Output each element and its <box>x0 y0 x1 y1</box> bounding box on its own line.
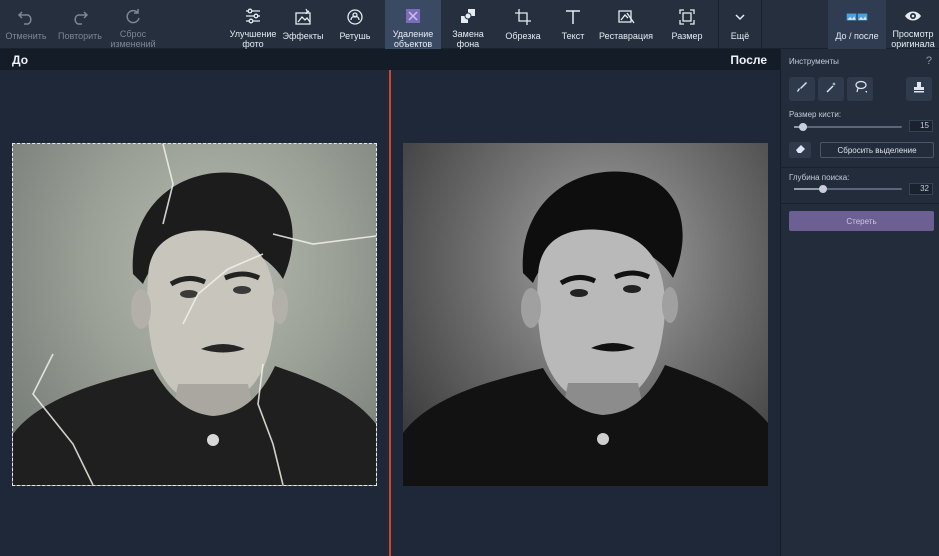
help-icon[interactable]: ? <box>926 55 932 67</box>
erase-button[interactable]: Стереть <box>789 211 934 231</box>
tab-remove-objects[interactable]: Удаление объектов <box>385 0 441 49</box>
reset-icon <box>122 6 144 26</box>
crop-label: Обрезка <box>505 31 541 41</box>
resize-icon <box>676 6 698 28</box>
brush-size-label: Размер кисти: <box>789 110 842 119</box>
brush-size-knob[interactable] <box>798 123 807 131</box>
search-depth-knob[interactable] <box>819 185 828 193</box>
top-toolbar: Отменить Повторить Сброс изменений Улучш… <box>0 0 939 49</box>
crop-icon <box>512 6 534 28</box>
lasso-icon <box>854 80 867 98</box>
retouch-label: Ретушь <box>339 31 371 41</box>
undo-icon <box>15 6 37 28</box>
tools-panel: Инструменты ? Размер кисти: 15 Сбросить … <box>780 49 939 556</box>
after-label: После <box>730 53 767 67</box>
before-after-divider[interactable] <box>389 70 391 556</box>
brush-tool-button[interactable] <box>789 77 815 101</box>
before-photo[interactable] <box>12 143 377 486</box>
replace-background-label: Замена фона <box>452 29 484 49</box>
chevron-down-icon <box>729 6 751 28</box>
sliders-icon <box>242 6 264 26</box>
more-label: Ещё <box>730 31 750 41</box>
replace-background-icon <box>457 6 479 26</box>
effects-label: Эффекты <box>282 31 324 41</box>
crop-button[interactable]: Обрезка <box>500 0 546 49</box>
enhance-photo-button[interactable]: Улучшение фото <box>226 0 280 49</box>
resize-label: Размер <box>671 31 703 41</box>
after-portrait-image <box>403 171 768 486</box>
redo-icon <box>69 6 91 28</box>
undo-button[interactable]: Отменить <box>4 0 48 49</box>
after-photo[interactable] <box>403 143 768 486</box>
view-original-label: Просмотр оригинала <box>891 29 935 49</box>
replace-background-button[interactable]: Замена фона <box>445 0 491 49</box>
restore-label: Реставрация <box>599 31 653 41</box>
retouch-icon <box>344 6 366 28</box>
remove-objects-label: Удаление объектов <box>392 29 434 49</box>
before-label: До <box>12 53 29 67</box>
panel-divider <box>781 203 939 204</box>
brush-size-value[interactable]: 15 <box>909 120 933 132</box>
undo-label: Отменить <box>5 31 47 41</box>
enhance-label: Улучшение фото <box>229 29 277 49</box>
effects-button[interactable]: Эффекты <box>280 0 326 49</box>
stamp-icon <box>913 80 925 98</box>
view-original-button[interactable]: Просмотр оригинала <box>888 0 938 49</box>
magic-wand-tool-button[interactable] <box>818 77 844 101</box>
search-depth-slider[interactable] <box>794 185 902 193</box>
resize-button[interactable]: Размер <box>664 0 710 49</box>
brush-size-slider[interactable] <box>794 123 902 131</box>
text-label: Текст <box>561 31 585 41</box>
lasso-tool-button[interactable] <box>847 77 873 101</box>
before-portrait-image <box>13 144 376 485</box>
restore-icon <box>615 6 637 28</box>
before-after-header: До После <box>0 49 780 70</box>
more-button[interactable]: Ещё <box>719 0 761 49</box>
reset-label: Сброс изменений <box>110 29 156 49</box>
effects-icon <box>292 6 314 28</box>
text-icon <box>562 6 584 28</box>
eye-icon <box>902 6 924 26</box>
reset-changes-button[interactable]: Сброс изменений <box>108 0 158 49</box>
toolbar-separator <box>761 0 762 49</box>
stamp-tool-button[interactable] <box>906 77 932 101</box>
reset-selection-button[interactable]: Сбросить выделение <box>820 142 934 158</box>
tools-panel-title: Инструменты <box>789 57 839 66</box>
eraser-icon <box>795 141 806 159</box>
photo-editor-window: Отменить Повторить Сброс изменений Улучш… <box>0 0 939 556</box>
before-after-icon <box>846 6 868 28</box>
remove-objects-icon <box>402 6 424 26</box>
magic-wand-icon <box>825 80 837 98</box>
search-depth-value[interactable]: 32 <box>909 183 933 195</box>
restore-button[interactable]: Реставрация <box>598 0 654 49</box>
brush-icon <box>796 80 808 98</box>
search-depth-label: Глубина поиска: <box>789 173 850 182</box>
before-after-button[interactable]: До / после <box>828 0 886 49</box>
retouch-button[interactable]: Ретушь <box>332 0 378 49</box>
redo-label: Повторить <box>58 31 102 41</box>
text-button[interactable]: Текст <box>552 0 594 49</box>
redo-button[interactable]: Повторить <box>56 0 104 49</box>
panel-divider <box>781 167 939 168</box>
eraser-selection-button[interactable] <box>789 142 811 158</box>
before-after-label: До / после <box>835 31 879 41</box>
